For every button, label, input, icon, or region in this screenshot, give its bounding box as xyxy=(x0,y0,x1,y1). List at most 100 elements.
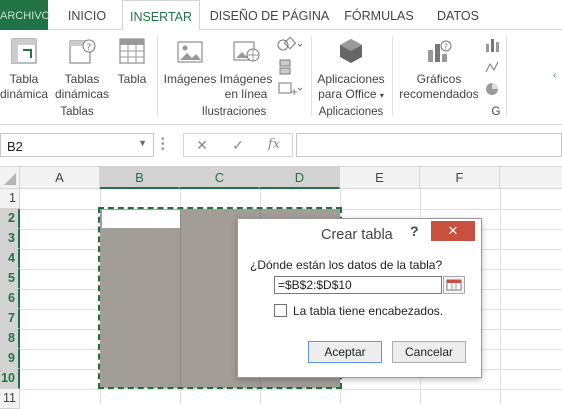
apps-for-office-icon xyxy=(336,36,366,66)
column-chart-icon[interactable] xyxy=(484,36,500,58)
range-value: =$B$2:$D$10 xyxy=(278,278,352,292)
crear-tabla-dialog: Crear tabla ? ✕ ¿Dónde están los datos d… xyxy=(237,218,482,378)
row-header-2[interactable]: 2 xyxy=(0,209,20,229)
column-header-d[interactable]: D xyxy=(260,167,340,189)
dialog-title: Crear tabla xyxy=(321,227,393,243)
row-header-4[interactable]: 4 xyxy=(0,249,20,269)
aceptar-button[interactable]: Aceptar xyxy=(308,341,382,363)
row-header-8[interactable]: 8 xyxy=(0,329,20,349)
chevron-down-icon[interactable]: ▼ xyxy=(138,138,147,148)
smartart-icon[interactable] xyxy=(276,58,306,80)
close-icon: ✕ xyxy=(447,223,459,238)
tablas-dinamicas-label-1: Tablas xyxy=(64,72,100,86)
tabla-button[interactable]: Tabla xyxy=(112,36,152,87)
recommended-pivot-icon: ? xyxy=(67,36,97,66)
ribbon: Tabla dinámica ? Tablas dinámicas Tabla … xyxy=(0,30,562,125)
imagenes-label: Imágenes xyxy=(163,72,217,86)
imagenes-en-linea-label-1: Imágenes xyxy=(219,72,273,86)
group-separator xyxy=(392,36,393,116)
row-header-6[interactable]: 6 xyxy=(0,289,20,309)
row-header-5[interactable]: 5 xyxy=(0,269,20,289)
name-box[interactable]: B2 ▼ xyxy=(0,133,154,157)
group-tablas-label: Tablas xyxy=(60,106,94,118)
collapse-range-icon xyxy=(446,279,462,291)
tabla-label: Tabla xyxy=(117,72,147,86)
row-header-9[interactable]: 9 xyxy=(0,349,20,369)
dialog-title-bar[interactable]: Crear tabla ? ✕ xyxy=(238,219,481,249)
grid-line xyxy=(20,389,562,390)
illustrations-small-buttons: + xyxy=(276,36,306,102)
tab-archivo[interactable]: ARCHIVO xyxy=(0,0,50,30)
aplicaciones-para-office-button[interactable]: Aplicaciones para Office ▾ xyxy=(313,36,389,103)
row-header-7[interactable]: 7 xyxy=(0,309,20,329)
recommended-charts-icon: ? xyxy=(424,36,454,66)
column-header-c[interactable]: C xyxy=(180,167,260,189)
tablas-dinamicas-label-2: dinámicas xyxy=(54,87,110,101)
graficos-recomendados-button[interactable]: ? Gráficos recomendados xyxy=(396,36,482,102)
cancelar-button[interactable]: Cancelar xyxy=(392,341,466,363)
tab-insertar[interactable]: INSERTAR xyxy=(122,0,200,31)
row-header-3[interactable]: 3 xyxy=(0,229,20,249)
tab-datos[interactable]: DATOS xyxy=(430,0,486,30)
row-header-11[interactable]: 11 xyxy=(0,389,20,409)
formula-buttons: ✕ ✓ fx xyxy=(183,133,293,157)
svg-text:?: ? xyxy=(87,43,92,53)
shapes-icon[interactable] xyxy=(276,36,306,58)
graficos-label-2: recomendados xyxy=(399,87,479,101)
group-separator xyxy=(506,36,507,116)
column-header-g[interactable] xyxy=(500,167,562,189)
pivot-table-icon xyxy=(9,36,39,66)
column-header-b[interactable]: B xyxy=(100,167,180,189)
formula-bar: B2 ▼ • • • ✕ ✓ fx xyxy=(0,125,562,167)
tab-formulas[interactable]: FÓRMULAS xyxy=(340,0,418,30)
headers-checkbox[interactable] xyxy=(274,304,287,317)
headers-checkbox-label[interactable]: La tabla tiene encabezados. xyxy=(293,304,443,318)
aplicaciones-label-2: para Office ▾ xyxy=(318,87,384,101)
group-separator xyxy=(157,36,158,116)
pie-chart-icon[interactable] xyxy=(484,80,500,102)
ribbon-tabs: ARCHIVO INICIO INSERTAR DISEÑO DE PÁGINA… xyxy=(0,0,562,31)
tab-inicio[interactable]: INICIO xyxy=(62,0,112,30)
tabla-dinamica-button[interactable]: Tabla dinámica xyxy=(0,36,48,102)
tablas-dinamicas-recomendadas-button[interactable]: ? Tablas dinámicas xyxy=(54,36,110,102)
picture-icon xyxy=(175,36,205,66)
chart-types-small-buttons xyxy=(484,36,500,102)
column-header-a[interactable]: A xyxy=(20,167,100,189)
help-button[interactable]: ? xyxy=(410,223,419,239)
chevron-left-icon: ‹ xyxy=(553,70,557,81)
tabla-dinamica-label-2: dinámica xyxy=(0,87,49,101)
tab-diseno-pagina[interactable]: DISEÑO DE PÁGINA xyxy=(207,0,332,30)
close-button[interactable]: ✕ xyxy=(431,221,475,241)
formula-input[interactable] xyxy=(296,133,562,157)
imagenes-en-linea-label-2: en línea xyxy=(224,87,268,101)
screenshot-icon[interactable]: + xyxy=(276,80,306,102)
table-icon xyxy=(117,36,147,66)
line-chart-icon[interactable] xyxy=(484,58,500,80)
group-separator xyxy=(311,36,312,116)
column-header-f[interactable]: F xyxy=(420,167,500,189)
online-picture-icon xyxy=(231,36,261,66)
tabla-dinamica-label-1: Tabla xyxy=(9,72,39,86)
graficos-label-1: Gráficos xyxy=(416,72,462,86)
imagenes-button[interactable]: Imágenes xyxy=(162,36,218,87)
group-aplicaciones-label: Aplicaciones xyxy=(318,106,384,118)
imagenes-en-linea-button[interactable]: Imágenes en línea xyxy=(219,36,273,102)
select-all-corner[interactable] xyxy=(0,167,20,189)
insert-function-icon[interactable]: fx xyxy=(264,137,284,152)
enter-icon[interactable]: ✓ xyxy=(228,137,248,154)
row-header-10[interactable]: 10 xyxy=(0,369,20,389)
column-header-e[interactable]: E xyxy=(340,167,420,189)
more-icon: • • • xyxy=(161,134,165,155)
collapse-dialog-button[interactable] xyxy=(443,276,465,294)
range-input[interactable]: =$B$2:$D$10 xyxy=(274,276,442,294)
cancel-icon[interactable]: ✕ xyxy=(192,137,212,154)
aplicaciones-label-1: Aplicaciones xyxy=(317,72,385,86)
row-header-1[interactable]: 1 xyxy=(0,189,20,209)
svg-text:+: + xyxy=(290,87,298,98)
svg-text:?: ? xyxy=(444,43,448,52)
group-ilustraciones-label: Ilustraciones xyxy=(201,106,267,118)
range-question-label: ¿Dónde están los datos de la tabla? xyxy=(250,258,443,272)
group-graficos-label: G xyxy=(491,106,501,118)
grid-line xyxy=(500,189,501,404)
name-box-value: B2 xyxy=(7,139,23,154)
